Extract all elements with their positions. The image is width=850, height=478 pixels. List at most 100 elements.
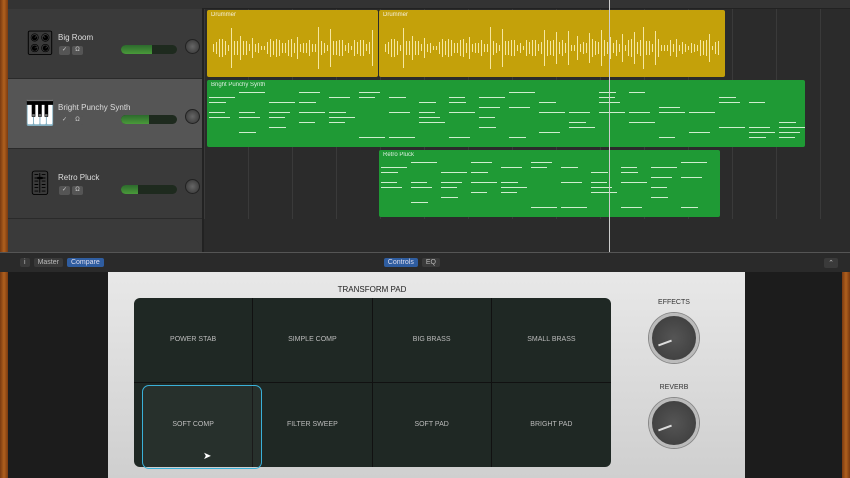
pan-knob[interactable] [185, 179, 200, 194]
waveform-peak [454, 42, 455, 54]
headphones-button[interactable]: Ω [72, 46, 83, 55]
pad-power-stab[interactable]: POWER STAB [134, 298, 254, 383]
track-header-bright-punchy-synth[interactable]: 🎹 Bright Punchy Synth ✓ Ω [8, 79, 202, 149]
midi-note [501, 187, 527, 188]
info-button[interactable]: i [20, 258, 30, 267]
waveform-peak [216, 42, 217, 54]
record-enable-button[interactable]: ✓ [59, 116, 70, 125]
waveform-peak [315, 43, 316, 53]
pad-big-brass[interactable]: BIG BRASS [372, 298, 492, 383]
volume-slider[interactable] [121, 185, 177, 194]
region-retro-pluck[interactable]: Retro Pluck [379, 150, 720, 217]
midi-note [269, 117, 285, 118]
compare-button[interactable]: Compare [66, 258, 104, 267]
waveform-peak [409, 40, 410, 56]
midi-note [779, 132, 800, 133]
midi-note [561, 167, 578, 168]
waveform-peak [240, 35, 241, 61]
wood-side-left [0, 0, 8, 252]
midi-note [749, 127, 770, 128]
pad-simple-comp[interactable]: SIMPLE COMP [253, 298, 373, 383]
midi-note [471, 192, 487, 193]
headphones-button[interactable]: Ω [72, 116, 83, 125]
pad-filter-sweep[interactable]: FILTER SWEEP [253, 382, 373, 467]
transform-pad[interactable]: POWER STAB SIMPLE COMP BIG BRASS SMALL B… [134, 298, 611, 469]
midi-note [479, 117, 495, 118]
tab-eq[interactable]: EQ [421, 258, 440, 267]
region-bright-punchy-synth[interactable]: Bright Punchy Synth [207, 80, 805, 147]
waveform-peak [391, 39, 392, 57]
waveform-peak [273, 40, 274, 56]
waveform-peak [586, 43, 587, 53]
header-empty [8, 219, 202, 252]
waveform-peak [285, 43, 286, 53]
effects-label: EFFECTS [658, 299, 690, 306]
waveform-peak [583, 41, 584, 55]
waveform-peak [372, 29, 373, 67]
waveform-peak [478, 43, 479, 53]
waveform-peak [309, 40, 310, 56]
waveform-peak [673, 44, 674, 52]
waveform-peak [550, 41, 551, 55]
waveform-peak [664, 45, 665, 51]
pad-bright-pad[interactable]: BRIGHT PAD [492, 383, 611, 468]
playhead[interactable] [609, 0, 610, 252]
midi-note [531, 207, 548, 208]
collapse-icon[interactable]: ⌃ [824, 257, 838, 268]
waveform-peak [472, 43, 473, 53]
midi-note [509, 137, 526, 138]
waveform-peak [619, 43, 620, 53]
record-enable-button[interactable]: ✓ [59, 186, 70, 195]
waveform-peak [357, 42, 358, 54]
midi-note [239, 92, 265, 93]
midi-note [689, 112, 706, 113]
pad-small-brass[interactable]: SMALL BRASS [491, 298, 611, 383]
midi-note [381, 182, 397, 183]
waveform-peak [646, 41, 647, 55]
volume-slider[interactable] [121, 115, 177, 124]
waveform-peak [213, 44, 214, 52]
region-drummer[interactable]: Drummer [207, 10, 378, 77]
record-enable-button[interactable]: ✓ [59, 46, 70, 55]
waveform-peak [403, 27, 404, 69]
tab-controls[interactable]: Controls [383, 258, 418, 267]
waveform-peak [694, 44, 695, 52]
region-drummer[interactable]: Drummer [379, 10, 725, 77]
midi-note [621, 207, 642, 208]
pan-knob[interactable] [185, 39, 200, 54]
midi-note [509, 107, 530, 108]
reverb-knob[interactable] [649, 398, 699, 448]
headphones-button[interactable]: Ω [72, 186, 83, 195]
pad-soft-pad[interactable]: SOFT PAD [373, 382, 492, 467]
midi-note [569, 127, 595, 128]
pad-soft-comp[interactable]: SOFT COMP [134, 382, 263, 469]
midi-note [591, 182, 607, 183]
waveform-peak [342, 40, 343, 56]
volume-slider[interactable] [121, 45, 177, 54]
waveform-peak [261, 45, 262, 51]
waveform-peak [457, 43, 458, 53]
midi-note [209, 102, 226, 103]
track-header-retro-pluck[interactable]: 🎚 Retro Pluck ✓ Ω [8, 149, 202, 219]
waveform-peak [661, 45, 662, 51]
master-button[interactable]: Master [33, 258, 63, 267]
track-name: Bright Punchy Synth [58, 103, 131, 112]
pan-knob[interactable] [185, 109, 200, 124]
midi-note [419, 117, 440, 118]
waveform-peak [460, 40, 461, 56]
track-header-big-room[interactable]: 🎛 Big Room ✓ Ω [8, 9, 202, 79]
ruler[interactable] [202, 0, 850, 9]
midi-note [239, 132, 256, 133]
midi-note [329, 122, 345, 123]
midi-note [209, 97, 235, 98]
waveform-peak [291, 39, 292, 57]
midi-note [419, 122, 445, 123]
waveform-peak [568, 31, 569, 65]
waveform-peak [294, 42, 295, 54]
effects-knob[interactable] [649, 313, 699, 363]
waveform-peak [607, 42, 608, 54]
wood-side-left-bottom [0, 272, 8, 478]
midi-note [471, 172, 488, 173]
midi-note [239, 117, 260, 118]
midi-note [719, 127, 745, 128]
